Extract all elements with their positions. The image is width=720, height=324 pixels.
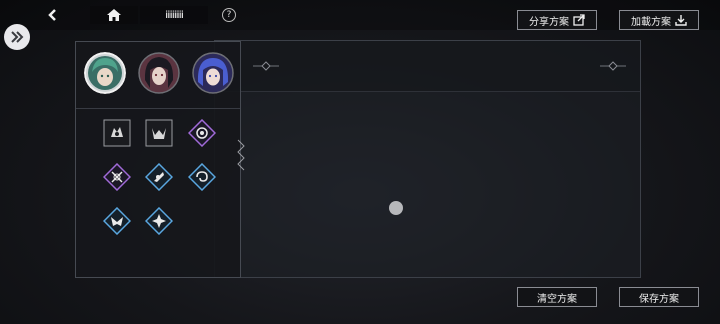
green-hair-character-portrait (84, 52, 126, 94)
panel-edge-ornament-icon (237, 139, 245, 171)
skill-icon-1[interactable] (103, 119, 131, 147)
blade-emblem-icon (144, 162, 174, 192)
eye-emblem-icon (187, 118, 217, 148)
beast-icon (103, 119, 131, 147)
skill-icon-7[interactable] (102, 206, 132, 236)
skill-icon-4[interactable] (102, 162, 132, 192)
back-arrow-icon (48, 9, 56, 21)
avatar-character-2[interactable] (138, 52, 180, 94)
skill-icon-5[interactable] (144, 162, 174, 192)
skill-icon-3[interactable] (187, 118, 217, 148)
placement-marker[interactable] (389, 201, 403, 215)
share-plan-label: 分享方案 (529, 16, 569, 28)
claw-icon (145, 119, 173, 147)
ornament-icon (600, 61, 626, 71)
wing-emblem-icon (102, 206, 132, 236)
dark-hair-character-portrait (138, 52, 180, 94)
home-icon (107, 9, 121, 21)
skill-icon-2[interactable] (145, 119, 173, 147)
clear-plan-button[interactable]: 清空方案 (517, 287, 597, 307)
save-plan-label: 保存方案 (639, 293, 679, 305)
spiral-emblem-icon (187, 162, 217, 192)
panel-divider (76, 108, 240, 109)
page-title: iiiiiiiiii (140, 6, 208, 24)
cross-emblem-icon (102, 162, 132, 192)
ornament-icon (253, 61, 279, 71)
expand-panel-button[interactable] (4, 24, 30, 50)
help-button[interactable]: ? (222, 8, 236, 22)
double-chevron-right-icon (11, 31, 24, 43)
skill-icon-6[interactable] (187, 162, 217, 192)
back-button[interactable] (44, 6, 62, 24)
save-plan-button[interactable]: 保存方案 (619, 287, 699, 307)
skill-icon-8[interactable] (144, 206, 174, 236)
character-skill-panel (75, 41, 241, 278)
clear-plan-label: 清空方案 (537, 293, 577, 305)
avatar-character-1[interactable] (84, 52, 126, 94)
load-plan-label: 加載方案 (631, 16, 671, 28)
blue-hair-character-portrait (192, 52, 234, 94)
load-plan-button[interactable]: 加載方案 (619, 10, 699, 30)
star-emblem-icon (144, 206, 174, 236)
share-icon (573, 14, 585, 26)
home-button[interactable] (90, 6, 138, 24)
plan-header (215, 41, 640, 92)
share-plan-button[interactable]: 分享方案 (517, 10, 597, 30)
avatar-character-3[interactable] (192, 52, 234, 94)
plan-canvas-panel (214, 40, 641, 278)
page-title-text: iiiiiiiiii (165, 9, 184, 21)
download-icon (675, 15, 687, 26)
